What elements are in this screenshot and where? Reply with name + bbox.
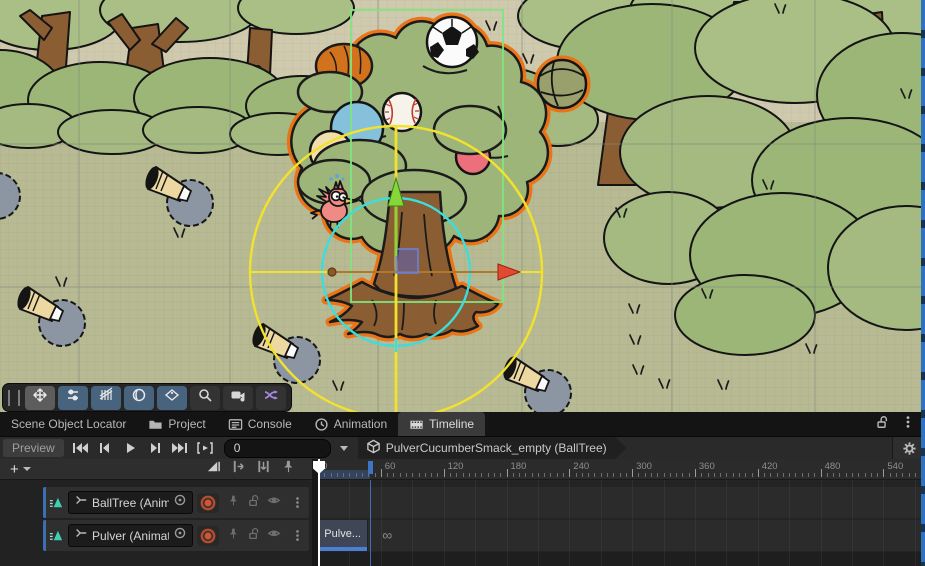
track-menu-icon[interactable] bbox=[289, 529, 306, 542]
right-edge-scrollbar[interactable] bbox=[921, 0, 925, 566]
clock-icon bbox=[314, 417, 329, 432]
track-binding-field[interactable]: Pulver (Animator) bbox=[68, 524, 193, 547]
timeline-content[interactable]: Pulve... ∞ 060120180240300360420480540 bbox=[318, 459, 925, 566]
timeline-clip[interactable]: Pulve... bbox=[318, 520, 368, 551]
editor-window: Scene Object Locator Project Console Ani… bbox=[0, 0, 925, 566]
timeline-panel: + BallTree (Animator) bbox=[0, 459, 925, 566]
folder-icon bbox=[148, 417, 163, 432]
track-menu-icon[interactable] bbox=[289, 496, 306, 509]
breadcrumb-label: PulverCucumberSmack_empty (BallTree) bbox=[386, 441, 607, 455]
prism-tool-button[interactable] bbox=[157, 386, 187, 410]
mix-mode-button[interactable] bbox=[206, 459, 221, 479]
mixer-icon bbox=[65, 387, 81, 408]
soccer-ball[interactable] bbox=[427, 17, 479, 67]
panel-tab-bar: Scene Object Locator Project Console Ani… bbox=[0, 412, 925, 436]
animator-track-icon bbox=[49, 528, 64, 543]
next-frame-button[interactable] bbox=[143, 439, 168, 458]
binding-arrow-icon bbox=[74, 493, 88, 512]
gizmo-plane-handle[interactable] bbox=[396, 249, 418, 273]
shuffle-icon bbox=[263, 387, 279, 408]
markers-toggle-button[interactable] bbox=[281, 459, 296, 479]
timeline-track-list: + BallTree (Animator) bbox=[0, 459, 312, 566]
record-button[interactable] bbox=[197, 493, 219, 513]
volleyball[interactable] bbox=[538, 60, 586, 108]
chevron-down-icon bbox=[23, 467, 31, 471]
binding-arrow-icon bbox=[74, 526, 88, 545]
eye-icon[interactable] bbox=[267, 493, 281, 512]
go-to-end-button[interactable] bbox=[168, 439, 193, 458]
plus-icon: + bbox=[10, 462, 19, 477]
prism-icon bbox=[164, 387, 180, 408]
play-range-button[interactable] bbox=[193, 439, 218, 458]
filmstrip-icon bbox=[409, 417, 424, 432]
console-icon bbox=[228, 417, 243, 432]
lock-icon[interactable] bbox=[247, 527, 260, 545]
track-list-toolbar: + bbox=[0, 459, 312, 480]
unlock-icon[interactable] bbox=[875, 415, 889, 434]
duration-endline bbox=[370, 480, 371, 566]
move-tool-button[interactable] bbox=[25, 386, 55, 410]
tab-label: Animation bbox=[334, 417, 387, 431]
tab-timeline[interactable]: Timeline bbox=[398, 412, 485, 436]
preview-toggle-button[interactable]: Preview bbox=[3, 439, 64, 457]
previous-frame-button[interactable] bbox=[93, 439, 118, 458]
scene-viewport[interactable] bbox=[0, 0, 925, 412]
tabbar-menu-icon[interactable] bbox=[901, 415, 915, 434]
object-picker-icon[interactable] bbox=[173, 526, 187, 545]
scene-overlay-toolbar bbox=[2, 383, 292, 412]
animator-track-icon bbox=[49, 495, 64, 510]
tab-animation[interactable]: Animation bbox=[303, 412, 398, 436]
ripple-mode-button[interactable] bbox=[231, 459, 246, 479]
clip-label: Pulve... bbox=[318, 520, 367, 547]
record-button[interactable] bbox=[197, 526, 219, 546]
search-icon bbox=[197, 387, 213, 408]
sphere-icon bbox=[131, 387, 147, 408]
add-track-button[interactable]: + bbox=[0, 462, 39, 477]
zoom-tool-button[interactable] bbox=[190, 386, 220, 410]
timeline-empty-area bbox=[318, 552, 925, 566]
track-binding-field[interactable]: BallTree (Animator) bbox=[68, 491, 193, 514]
go-to-start-button[interactable] bbox=[68, 439, 93, 458]
timeline-ruler[interactable]: 060120180240300360420480540 bbox=[318, 459, 925, 480]
play-button[interactable] bbox=[118, 439, 143, 458]
camera-tool-button[interactable] bbox=[223, 386, 253, 410]
camera-icon bbox=[230, 387, 246, 408]
lock-icon[interactable] bbox=[247, 494, 260, 512]
current-frame-input[interactable]: 0 bbox=[224, 439, 331, 458]
object-picker-icon[interactable] bbox=[173, 493, 187, 512]
pin-icon[interactable] bbox=[227, 527, 240, 545]
replace-mode-button[interactable] bbox=[256, 459, 271, 479]
breadcrumb[interactable]: PulverCucumberSmack_empty (BallTree) bbox=[358, 437, 627, 460]
shuffle-tool-button[interactable] bbox=[256, 386, 286, 410]
track-name: Pulver (Animator) bbox=[92, 529, 169, 543]
hatch-tool-button[interactable] bbox=[91, 386, 121, 410]
playhead-line[interactable] bbox=[318, 459, 320, 566]
tab-project[interactable]: Project bbox=[137, 412, 216, 436]
clip-infinity: ∞ bbox=[382, 520, 392, 551]
track-lane-pulver[interactable] bbox=[318, 520, 925, 551]
timeline-controls-row: Preview 0 PulverCucumberSmack_empty (Bal… bbox=[0, 436, 925, 459]
tab-scene-object-locator[interactable]: Scene Object Locator bbox=[0, 412, 137, 436]
gizmo-pivot-dot[interactable] bbox=[328, 268, 336, 276]
tab-label: Console bbox=[248, 417, 292, 431]
track-header-pulver[interactable]: Pulver (Animator) bbox=[43, 520, 309, 551]
tab-console[interactable]: Console bbox=[217, 412, 303, 436]
sphere-tool-button[interactable] bbox=[124, 386, 154, 410]
tab-label: Scene Object Locator bbox=[11, 417, 126, 431]
track-lane-balltree[interactable] bbox=[318, 487, 925, 518]
tab-label: Timeline bbox=[429, 417, 474, 431]
pin-icon[interactable] bbox=[227, 494, 240, 512]
hatch-icon bbox=[98, 387, 114, 408]
cube-icon bbox=[366, 439, 381, 457]
toolbar-drag-handle[interactable] bbox=[8, 390, 20, 406]
track-name: BallTree (Animator) bbox=[92, 496, 169, 510]
mixer-tool-button[interactable] bbox=[58, 386, 88, 410]
eye-icon[interactable] bbox=[267, 526, 281, 545]
move-tool-icon bbox=[32, 387, 48, 408]
frame-options-dropdown[interactable] bbox=[340, 446, 348, 451]
tab-label: Project bbox=[168, 417, 205, 431]
track-header-balltree[interactable]: BallTree (Animator) bbox=[43, 487, 309, 518]
